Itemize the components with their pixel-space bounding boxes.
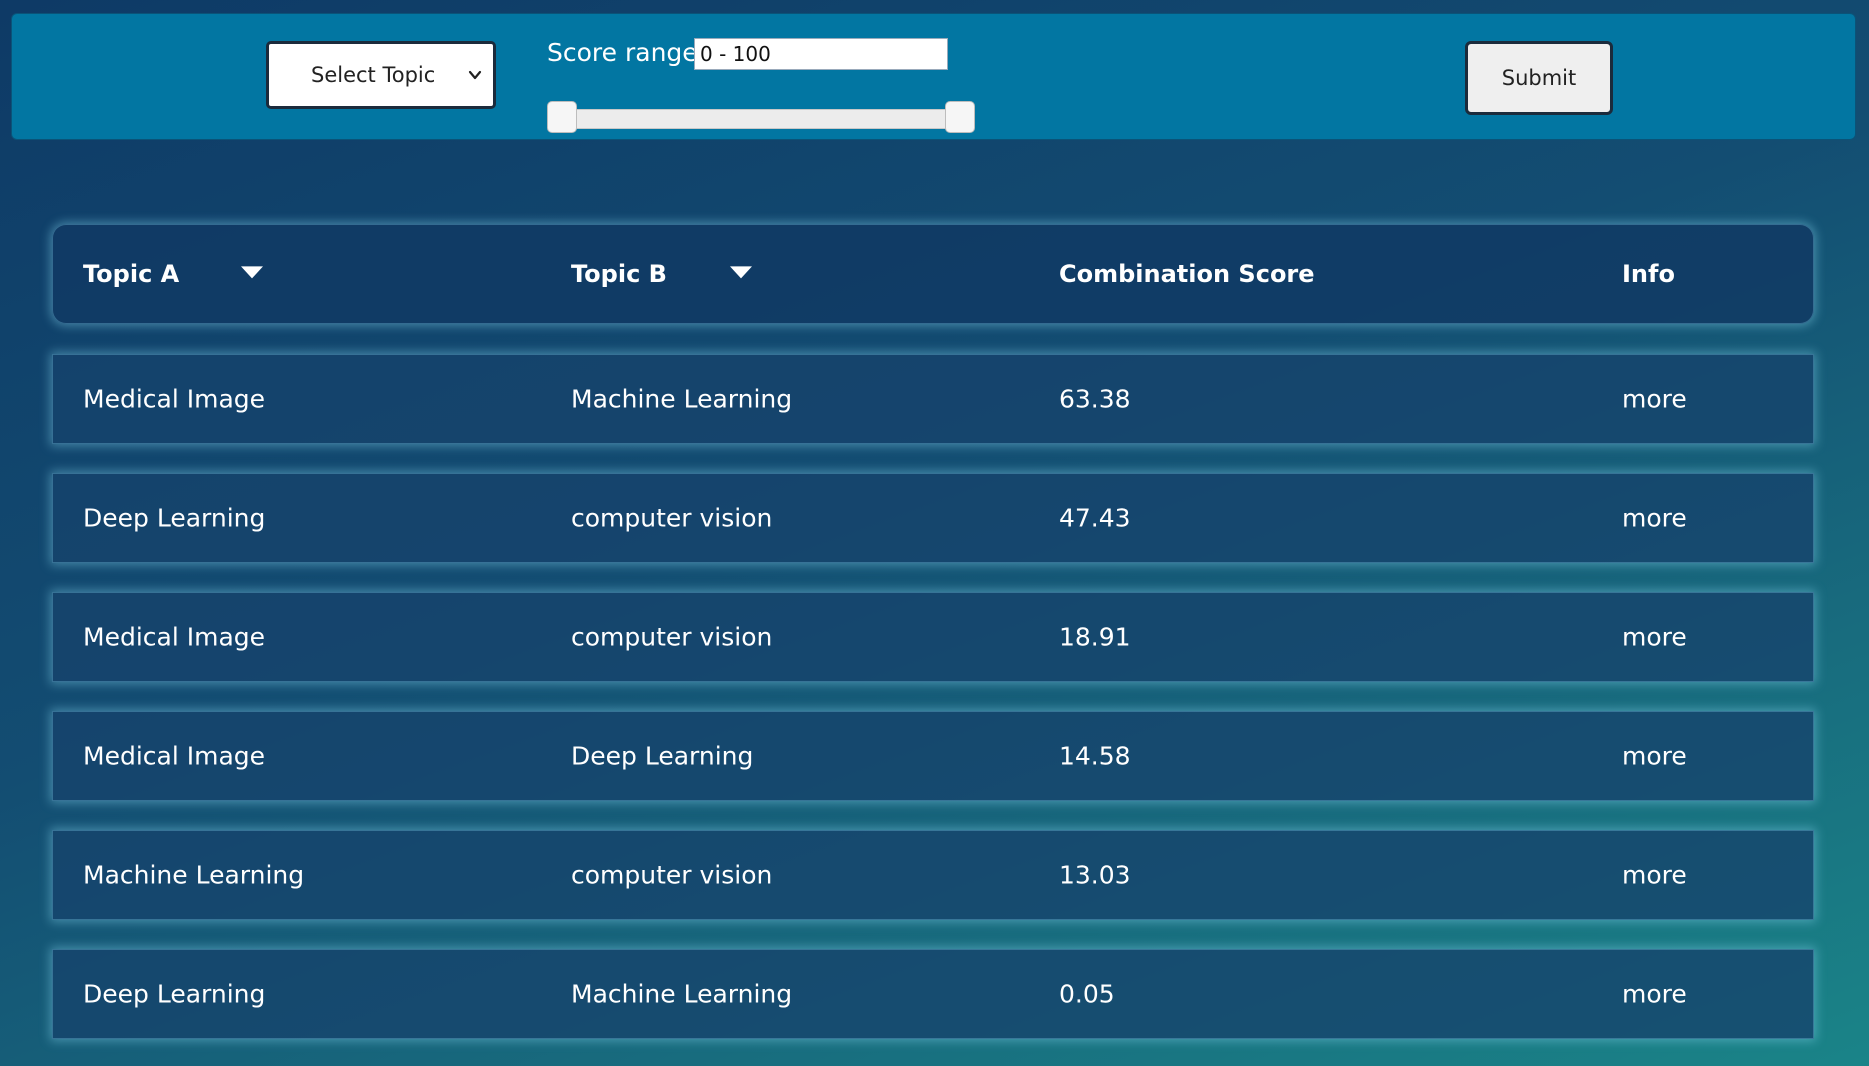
header-topic-a[interactable]: Topic A	[83, 260, 179, 288]
score-range-label: Score range:	[547, 38, 707, 67]
header-topic-b[interactable]: Topic B	[571, 260, 667, 288]
cell-topic-a: Medical Image	[83, 622, 266, 652]
cell-topic-b: Machine Learning	[571, 384, 793, 414]
more-link[interactable]: more	[1622, 623, 1687, 652]
cell-score: 13.03	[1059, 860, 1131, 890]
table-row: Medical Image Deep Learning 14.58 more	[52, 711, 1814, 801]
table-row: Deep Learning Machine Learning 0.05 more	[52, 949, 1814, 1039]
table-row: Machine Learning computer vision 13.03 m…	[52, 830, 1814, 920]
cell-topic-a: Machine Learning	[83, 860, 305, 890]
topic-select[interactable]: Select Topic	[266, 41, 496, 109]
cell-topic-b: computer vision	[571, 503, 773, 533]
slider-min-handle[interactable]	[547, 101, 577, 133]
cell-topic-a: Deep Learning	[83, 979, 266, 1009]
cell-topic-b: computer vision	[571, 622, 773, 652]
cell-topic-a: Medical Image	[83, 741, 266, 771]
submit-button[interactable]: Submit	[1465, 41, 1613, 115]
cell-topic-a: Deep Learning	[83, 503, 266, 533]
slider-track[interactable]	[561, 109, 961, 129]
more-link[interactable]: more	[1622, 385, 1687, 414]
header-combination-score: Combination Score	[1059, 260, 1315, 288]
more-link[interactable]: more	[1622, 504, 1687, 533]
caret-down-icon[interactable]	[240, 264, 264, 280]
table-header: Topic A Topic B Combination Score Info	[52, 224, 1814, 324]
topic-select-value: Select Topic	[311, 63, 436, 87]
more-link[interactable]: more	[1622, 742, 1687, 771]
cell-topic-b: Machine Learning	[571, 979, 793, 1009]
more-link[interactable]: more	[1622, 980, 1687, 1009]
cell-score: 14.58	[1059, 741, 1131, 771]
table-row: Medical Image computer vision 18.91 more	[52, 592, 1814, 682]
score-range-slider[interactable]	[547, 91, 975, 133]
cell-topic-a: Medical Image	[83, 384, 266, 414]
cell-topic-b: computer vision	[571, 860, 773, 890]
cell-topic-b: Deep Learning	[571, 741, 754, 771]
chevron-down-icon	[468, 70, 482, 80]
cell-score: 0.05	[1059, 979, 1115, 1009]
caret-down-icon[interactable]	[729, 264, 753, 280]
slider-max-handle[interactable]	[945, 101, 975, 133]
header-info: Info	[1622, 260, 1675, 288]
cell-score: 18.91	[1059, 622, 1131, 652]
filter-toolbar: Select Topic Score range: Submit	[11, 13, 1856, 140]
score-range-input[interactable]	[694, 38, 948, 70]
table-row: Medical Image Machine Learning 63.38 mor…	[52, 354, 1814, 444]
cell-score: 63.38	[1059, 384, 1131, 414]
more-link[interactable]: more	[1622, 861, 1687, 890]
table-row: Deep Learning computer vision 47.43 more	[52, 473, 1814, 563]
cell-score: 47.43	[1059, 503, 1131, 533]
